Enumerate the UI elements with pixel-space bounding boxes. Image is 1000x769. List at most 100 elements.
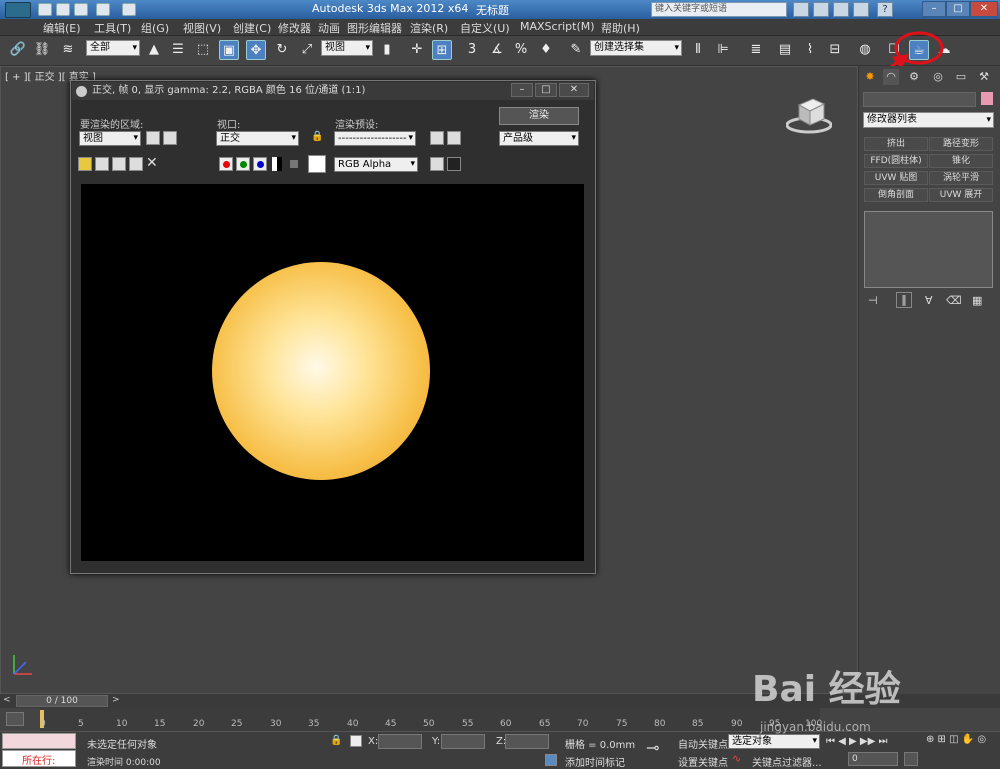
object-name-field[interactable] xyxy=(863,92,976,107)
maximize-button[interactable]: □ xyxy=(946,1,970,17)
display-tab-icon[interactable]: ▭ xyxy=(953,69,969,85)
layer-manager-icon[interactable]: ≣ xyxy=(746,40,766,60)
align-icon[interactable]: ⊫ xyxy=(713,40,733,60)
window-crossing-icon[interactable]: ▣ xyxy=(219,40,239,60)
new-file-icon[interactable] xyxy=(38,3,52,16)
render-setup-small-icon[interactable] xyxy=(430,131,444,145)
modifier-list-dropdown[interactable]: 修改器列表 xyxy=(863,112,994,128)
display-channel-dropdown[interactable]: RGB Alpha xyxy=(334,157,418,172)
z-coordinate-field[interactable] xyxy=(505,734,549,749)
menu-group[interactable]: 组(G) xyxy=(141,20,169,36)
modify-tab-icon[interactable]: ◠ xyxy=(883,69,899,85)
binoculars-icon[interactable] xyxy=(793,2,809,17)
modifier-extrude-button[interactable]: 挤出 xyxy=(864,137,928,151)
bind-space-warp-icon[interactable]: ≋ xyxy=(58,40,78,60)
selection-lock-icon[interactable]: 🔒 xyxy=(330,735,342,746)
menu-help[interactable]: 帮助(H) xyxy=(601,20,640,36)
time-config-icon[interactable] xyxy=(904,752,918,766)
modifier-ffd-cyl-button[interactable]: FFD(圆柱体) xyxy=(864,154,928,168)
auto-region-icon[interactable] xyxy=(163,131,177,145)
menu-tools[interactable]: 工具(T) xyxy=(94,20,131,36)
menu-edit[interactable]: 编辑(E) xyxy=(43,20,81,36)
modifier-turbosmooth-button[interactable]: 涡轮平滑 xyxy=(929,171,993,185)
menu-animation[interactable]: 动画 xyxy=(318,20,340,36)
select-object-icon[interactable]: ▲ xyxy=(144,40,164,60)
menu-customize[interactable]: 自定义(U) xyxy=(460,20,510,36)
slider-next-icon[interactable]: > xyxy=(112,695,120,705)
auto-key-button[interactable]: 自动关键点 xyxy=(678,736,728,751)
render-quality-dropdown[interactable]: 产品级 xyxy=(499,131,579,146)
angle-snap-icon[interactable]: ∡ xyxy=(487,40,507,60)
search-input[interactable]: 键入关键字或短语 xyxy=(651,2,787,17)
add-time-tag-icon[interactable] xyxy=(545,754,557,766)
edit-region-icon[interactable] xyxy=(146,131,160,145)
graphite-tools-icon[interactable]: ▤ xyxy=(775,40,795,60)
pin-stack-icon[interactable]: ⊣ xyxy=(868,294,878,307)
rotate-icon[interactable]: ↻ xyxy=(272,40,292,60)
undo-icon[interactable] xyxy=(96,3,110,16)
object-color-swatch[interactable] xyxy=(981,92,993,105)
render-button[interactable]: 渲染 xyxy=(499,107,579,125)
key-icon[interactable]: ⊸ xyxy=(646,738,659,757)
scale-icon[interactable]: ⤢ xyxy=(297,40,317,60)
selected-object-dropdown[interactable]: 选定对象 xyxy=(728,734,820,749)
menu-create[interactable]: 创建(C) xyxy=(233,20,271,36)
absolute-mode-icon[interactable] xyxy=(350,735,362,747)
percent-snap-icon[interactable]: % xyxy=(511,40,531,60)
make-unique-icon[interactable]: ∀ xyxy=(925,294,933,307)
viewcube-icon[interactable] xyxy=(785,95,833,135)
open-file-icon[interactable] xyxy=(56,3,70,16)
environment-icon[interactable] xyxy=(447,131,461,145)
menu-maxscript[interactable]: MAXScript(M) xyxy=(520,20,595,33)
redo-icon[interactable] xyxy=(122,3,136,16)
print-icon[interactable] xyxy=(112,157,126,171)
rectangular-selection-icon[interactable]: ⬚ xyxy=(193,40,213,60)
tools-icon[interactable] xyxy=(813,2,829,17)
menu-rendering[interactable]: 渲染(R) xyxy=(410,20,448,36)
render-window-maximize[interactable]: □ xyxy=(535,83,557,97)
current-frame-field[interactable]: 0 xyxy=(848,752,898,766)
modifier-unwrap-uvw-button[interactable]: UVW 展开 xyxy=(929,188,993,202)
modifier-taper-button[interactable]: 锥化 xyxy=(929,154,993,168)
modifier-path-deform-button[interactable]: 路径变形 xyxy=(929,137,993,151)
set-key-button[interactable]: 设置关键点 xyxy=(678,754,728,769)
configure-sets-icon[interactable]: ▦ xyxy=(972,294,982,307)
save-file-icon[interactable] xyxy=(74,3,88,16)
modifier-uvw-map-button[interactable]: UVW 贴图 xyxy=(864,171,928,185)
hierarchy-tab-icon[interactable]: ⚙ xyxy=(906,69,922,85)
clear-icon[interactable]: ✕ xyxy=(146,155,158,171)
render-area-dropdown[interactable]: 视图 xyxy=(79,131,141,146)
x-coordinate-field[interactable] xyxy=(378,734,422,749)
create-tab-icon[interactable]: ✸ xyxy=(862,69,878,85)
pivot-center-icon[interactable]: ▮ xyxy=(377,40,397,60)
mini-curve-editor-icon[interactable] xyxy=(6,712,24,726)
help-icon[interactable]: ? xyxy=(877,2,893,17)
close-button[interactable]: ✕ xyxy=(970,1,998,17)
menu-graph-editors[interactable]: 图形编辑器 xyxy=(347,20,402,36)
render-viewport-dropdown[interactable]: 正交 xyxy=(216,131,299,146)
render-preset-dropdown[interactable]: ------------------- xyxy=(334,131,416,146)
playback-controls[interactable]: ⏮ ◀ ▶ ▶▶ ⏭ xyxy=(826,736,887,747)
modifier-bevel-profile-button[interactable]: 倒角剖面 xyxy=(864,188,928,202)
motion-tab-icon[interactable]: ◎ xyxy=(930,69,946,85)
mirror-icon[interactable]: ⫴ xyxy=(688,40,708,60)
time-slider[interactable]: 0 / 100 xyxy=(16,695,108,707)
y-coordinate-field[interactable] xyxy=(441,734,485,749)
maxscript-listener[interactable] xyxy=(2,733,76,749)
move-icon[interactable]: ✥ xyxy=(246,40,266,60)
selection-filter-dropdown[interactable]: 全部 xyxy=(86,40,140,56)
viewport-nav-controls[interactable]: ⊕ ⊞ ◫ ✋ ◎ xyxy=(926,734,986,745)
menu-views[interactable]: 视图(V) xyxy=(183,20,221,36)
select-by-name-icon[interactable]: ☰ xyxy=(168,40,188,60)
snaps-toggle-icon[interactable]: 3 xyxy=(462,40,482,60)
swatch-box[interactable] xyxy=(308,155,326,173)
slider-prev-icon[interactable]: < xyxy=(3,695,11,705)
red-channel-toggle[interactable] xyxy=(219,157,233,171)
show-end-result-icon[interactable]: ‖ xyxy=(896,292,912,308)
lock-icon[interactable]: 🔒 xyxy=(311,131,323,145)
clone-window-icon[interactable] xyxy=(95,157,109,171)
select-link-icon[interactable]: 🔗 xyxy=(8,40,28,60)
add-time-tag-text[interactable]: 添加时间标记 xyxy=(565,754,625,769)
unlink-icon[interactable]: ⛓ xyxy=(32,40,52,60)
render-window-close[interactable]: ✕ xyxy=(559,83,589,97)
